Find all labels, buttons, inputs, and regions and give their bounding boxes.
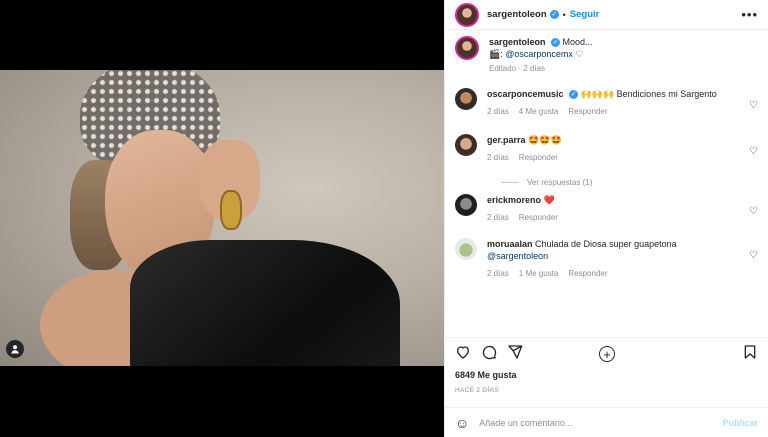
likes-count[interactable]: 6849 Me gusta	[455, 370, 517, 380]
verified-badge-icon: ✓	[551, 38, 561, 48]
comment-age: 2 días	[487, 153, 509, 162]
comment-username[interactable]: ger.parra	[487, 135, 526, 145]
comment-item: ger.parra 🤩🤩🤩 2 días Responder ♡	[455, 134, 758, 170]
comment-item: moruaalan Chulada de Diosa super guapeto…	[455, 238, 758, 286]
user-icon	[11, 345, 19, 354]
comment-like-heart-icon[interactable]: ♡	[749, 250, 758, 261]
caption-mention[interactable]: @oscarponcemx	[505, 49, 573, 59]
photo-jacket	[130, 240, 400, 366]
comment-like-heart-icon[interactable]: ♡	[749, 146, 758, 157]
comment-like-heart-icon[interactable]: ♡	[749, 206, 758, 217]
comment-username[interactable]: oscarponcemusic	[487, 89, 564, 99]
emoji-icon[interactable]: ☺	[455, 415, 469, 431]
comment-item: oscarponcemusic ✓ 🙌🙌🙌 Bendiciones mi Sar…	[455, 88, 758, 134]
comment-icon[interactable]	[481, 344, 497, 360]
caption: sargentoleon ✓ Mood... 🎬: @oscarponcemx …	[455, 36, 758, 88]
tagged-users-button[interactable]	[6, 340, 24, 358]
comment-age: 2 días	[487, 213, 509, 222]
heart-icon[interactable]	[455, 344, 471, 360]
view-replies-button[interactable]: Ver respuestas (1)	[501, 170, 758, 194]
comment-likes[interactable]: 4 Me gusta	[519, 107, 559, 116]
comment-item: erickmoreno ❤️ 2 días Responder ♡	[455, 194, 758, 238]
post-actions	[445, 337, 768, 369]
reply-button[interactable]: Responder	[568, 269, 607, 278]
comment-username[interactable]: moruaalan	[487, 239, 533, 249]
reply-button[interactable]: Responder	[519, 213, 558, 222]
post-comment-button[interactable]: Publicar	[722, 418, 758, 428]
caption-edited: Editado · 2 días	[489, 64, 546, 73]
photo-ring	[220, 190, 242, 230]
caption-suffix: ♡	[572, 49, 584, 59]
bookmark-icon[interactable]	[742, 344, 758, 360]
verified-badge-icon: ✓	[549, 10, 559, 19]
caption-username[interactable]: sargentoleon	[489, 37, 546, 47]
post-photo[interactable]	[0, 70, 444, 366]
commenter-avatar[interactable]	[455, 134, 477, 156]
caption-text: sargentoleon ✓ Mood... 🎬: @oscarponcemx …	[489, 36, 758, 60]
comment-text: ❤️	[541, 195, 555, 205]
comment-composer: ☺ Publicar	[445, 407, 768, 437]
reply-button[interactable]: Responder	[519, 153, 558, 162]
comment-username[interactable]: erickmoreno	[487, 195, 541, 205]
caption-meta: Editado · 2 días	[489, 64, 758, 73]
caption-title: Mood...	[562, 37, 593, 47]
reply-button[interactable]: Responder	[568, 107, 607, 116]
comments-list: sargentoleon ✓ Mood... 🎬: @oscarponcemx …	[445, 36, 768, 362]
header-dot: •	[562, 9, 566, 20]
view-replies-label[interactable]: Ver respuestas (1)	[527, 178, 592, 187]
comment-likes[interactable]: 1 Me gusta	[519, 269, 559, 278]
commenter-avatar[interactable]	[455, 194, 477, 216]
post-side-panel: sargentoleon ✓ • Seguir ••• sargentoleon…	[444, 0, 768, 437]
more-icon[interactable]: •••	[741, 7, 758, 22]
comment-text: Chulada de Diosa super guapetona	[532, 239, 677, 249]
commenter-avatar[interactable]	[455, 88, 477, 110]
share-icon[interactable]	[507, 344, 523, 360]
post-header: sargentoleon ✓ • Seguir •••	[445, 0, 768, 30]
caption-credit-prefix: 🎬:	[489, 49, 506, 59]
follow-button[interactable]: Seguir	[570, 9, 600, 20]
author-avatar[interactable]	[455, 2, 479, 27]
view-replies-line	[501, 181, 519, 183]
comment-input[interactable]	[479, 417, 723, 428]
comment-text: 🙌🙌🙌 Bendiciones mi Sargento	[578, 89, 717, 99]
post-timestamp: HACE 2 DÍAS	[455, 387, 499, 394]
commenter-avatar[interactable]	[455, 238, 477, 260]
comment-age: 2 días	[487, 269, 509, 278]
verified-badge-icon: ✓	[569, 90, 579, 100]
author-username[interactable]: sargentoleon	[487, 9, 547, 20]
comment-age: 2 días	[487, 107, 509, 116]
comment-text: 🤩🤩🤩	[525, 135, 562, 145]
comment-mention[interactable]: @sargentoleon	[487, 251, 548, 261]
caption-avatar[interactable]	[455, 36, 479, 60]
post-media	[0, 0, 444, 437]
comment-like-heart-icon[interactable]: ♡	[749, 100, 758, 111]
